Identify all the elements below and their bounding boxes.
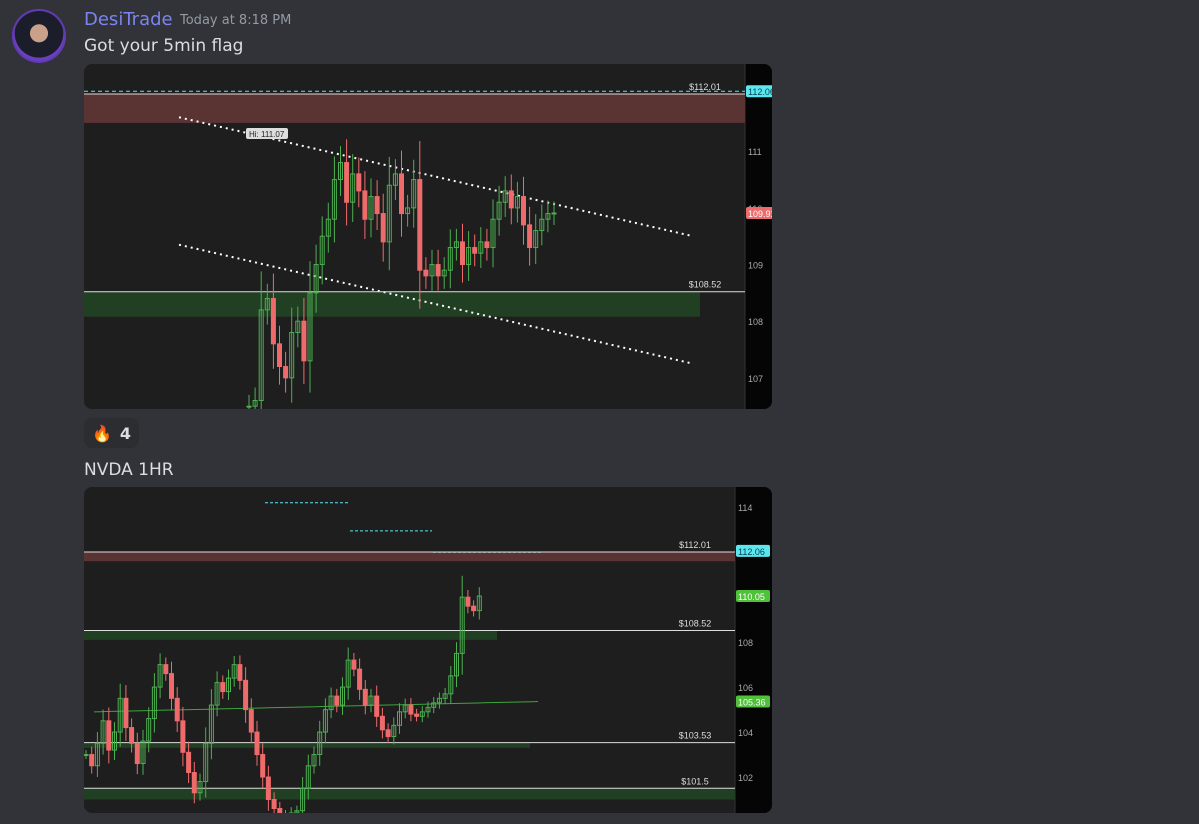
- candle-body: [238, 665, 242, 681]
- price-tag-label: 112.06: [748, 87, 772, 97]
- candle-body: [415, 714, 419, 716]
- candle-body: [375, 696, 379, 716]
- price-tag-label: 112.06: [738, 547, 765, 557]
- candle-body: [352, 660, 356, 669]
- candle-body: [192, 773, 196, 793]
- level-label: $103.53: [679, 731, 712, 741]
- candle-body: [522, 197, 526, 225]
- y-tick-label: 114: [738, 503, 752, 513]
- candle-body: [175, 698, 179, 720]
- zone-band: [84, 743, 530, 748]
- level-label: $112.01: [689, 82, 721, 92]
- candle-body: [255, 732, 259, 754]
- level-label: $112.01: [679, 540, 711, 550]
- candle-body: [386, 730, 390, 737]
- candle-body: [400, 174, 404, 214]
- candle-body: [335, 696, 339, 705]
- candle-body: [528, 225, 532, 248]
- level-label: $108.52: [689, 280, 722, 290]
- candle-body: [278, 809, 282, 813]
- y-tick-label: 108: [748, 317, 763, 327]
- zone-band: [84, 292, 700, 317]
- author-name[interactable]: DesiTrade: [84, 9, 173, 30]
- zone-band: [84, 788, 735, 799]
- price-axis: [735, 487, 772, 813]
- candle-body: [187, 752, 191, 772]
- y-tick-label: 104: [738, 728, 753, 738]
- zone-band: [84, 552, 735, 561]
- candle-body: [170, 674, 174, 699]
- candle-body: [271, 299, 275, 344]
- price-tag-label: 110.05: [738, 592, 765, 602]
- candle-body: [181, 721, 185, 752]
- candle-body: [418, 180, 422, 271]
- candle-body: [266, 777, 270, 799]
- candle-body: [363, 191, 367, 219]
- message-text: NVDA 1HR: [84, 460, 174, 480]
- candle-body: [107, 721, 111, 750]
- y-tick-label: 108: [738, 638, 753, 648]
- candle-body: [84, 755, 88, 756]
- price-axis: [745, 64, 772, 409]
- candle-body: [552, 213, 556, 214]
- zone-band: [84, 94, 745, 123]
- level-label: $101.5: [681, 776, 709, 786]
- candle-body: [90, 755, 94, 766]
- price-tag-label: 109.91: [748, 209, 772, 219]
- candle-body: [284, 367, 288, 378]
- reaction-fire[interactable]: 🔥4: [84, 418, 139, 448]
- candle-body: [135, 743, 139, 763]
- price-tag-label: 105.36: [738, 697, 766, 707]
- candle-body: [130, 728, 134, 744]
- candle-body: [436, 265, 440, 276]
- candle-body: [466, 597, 470, 606]
- candle-body: [249, 710, 253, 732]
- candle-body: [302, 321, 306, 361]
- chart-image-nvda-1hr[interactable]: $112.01 $108.52 $103.53 $101.5 114 108 106 104 1…: [84, 487, 772, 813]
- candle-body: [247, 406, 251, 407]
- reaction-count: 4: [120, 424, 131, 443]
- candle-body: [278, 344, 282, 367]
- candle-body: [244, 680, 248, 709]
- candle-body: [409, 705, 413, 714]
- candle-body: [424, 270, 428, 276]
- timestamp: Today at 8:18 PM: [180, 13, 291, 28]
- y-tick-label: 107: [748, 374, 763, 384]
- candle-body: [375, 197, 379, 214]
- candle-body: [357, 174, 361, 191]
- y-tick-label: 111: [748, 147, 762, 157]
- candle-body: [164, 665, 168, 674]
- candle-body: [461, 242, 465, 265]
- candle-body: [363, 689, 367, 705]
- level-label: $108.52: [679, 618, 712, 628]
- candle-body: [358, 669, 362, 689]
- candle-body: [221, 683, 225, 692]
- high-annotation: Hi: 111.07: [249, 130, 285, 139]
- candle-body: [345, 163, 349, 203]
- candle-body: [473, 248, 477, 254]
- candle-body: [380, 716, 384, 729]
- y-tick-label: 102: [738, 773, 753, 783]
- y-tick-label: 109: [748, 261, 763, 271]
- fire-icon: 🔥: [92, 424, 112, 443]
- candle-body: [472, 606, 476, 610]
- message-text: Got your 5min flag: [84, 36, 243, 56]
- candle-body: [124, 698, 128, 727]
- candle-body: [485, 242, 489, 248]
- candle-body: [261, 755, 265, 777]
- candle-body: [272, 800, 276, 809]
- candle-body: [509, 191, 513, 208]
- avatar[interactable]: [12, 9, 66, 63]
- candle-body: [381, 214, 385, 242]
- y-tick-label: 106: [738, 683, 753, 693]
- chart-image-5min[interactable]: $112.01$108.52111110109108107112.06109.9…: [84, 64, 772, 409]
- zone-band: [84, 630, 497, 639]
- moving-average-line: [94, 702, 538, 712]
